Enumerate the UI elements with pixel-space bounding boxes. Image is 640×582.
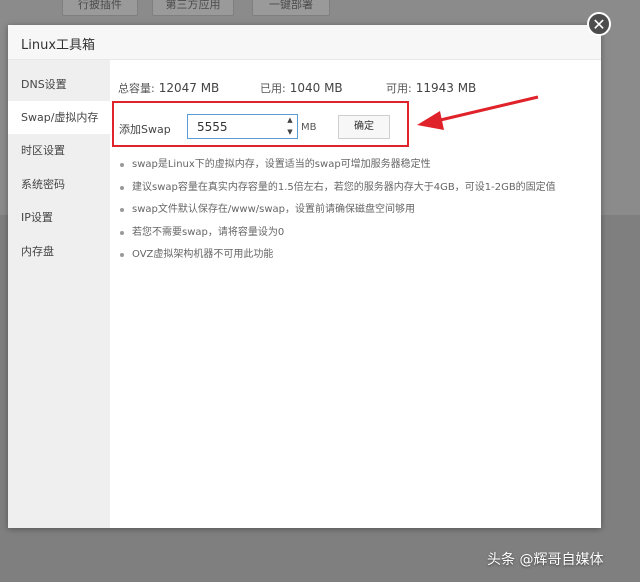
sidebar-item-swap[interactable]: Swap/虚拟内存 (8, 101, 110, 134)
sidebar-item-timezone[interactable]: 时区设置 (8, 134, 110, 167)
memory-used-value: 1040 MB (289, 81, 343, 95)
footer-credit: 头条 @辉哥自媒体 (487, 552, 604, 568)
memory-total-label: 总容量: (118, 82, 155, 95)
spin-down-icon[interactable]: ▼ (283, 127, 297, 138)
memory-total: 总容量: 12047 MB (118, 80, 219, 96)
background-toolbar: 行披插件 第三方应用 一键部署 (0, 0, 640, 20)
swap-label: 添加Swap (119, 123, 171, 136)
swap-size-input[interactable] (188, 115, 280, 138)
tip-item: 建议swap容量在真实内存容量的1.5倍左右，若您的服务器内存大于4GB，可设1… (118, 181, 588, 204)
memory-available-value: 11943 MB (415, 81, 477, 95)
memory-available: 可用: 11943 MB (386, 80, 476, 96)
bg-plugin-button: 行披插件 (62, 0, 138, 16)
memory-used: 已用: 1040 MB (260, 80, 343, 96)
tip-item: swap文件默认保存在/www/swap，设置前请确保磁盘空间够用 (118, 203, 588, 226)
swap-size-spinner[interactable]: ▲ ▼ (283, 115, 297, 138)
memory-available-label: 可用: (386, 82, 412, 95)
swap-size-field[interactable]: ▲ ▼ (187, 114, 298, 139)
sidebar-item-ip[interactable]: IP设置 (8, 201, 110, 234)
dialog-title: Linux工具箱 (21, 38, 96, 53)
memory-total-value: 12047 MB (158, 81, 220, 95)
sidebar-item-ramdisk[interactable]: 内存盘 (8, 235, 110, 268)
confirm-button[interactable]: 确定 (338, 115, 390, 139)
tip-item: 若您不需要swap，请将容量设为0 (118, 226, 588, 249)
sidebar-item-password[interactable]: 系统密码 (8, 168, 110, 201)
toolbox-sidebar: DNS设置 Swap/虚拟内存 时区设置 系统密码 IP设置 内存盘 (8, 60, 110, 528)
bg-third-party-button: 第三方应用 (152, 0, 234, 16)
swap-unit-label: MB (301, 122, 317, 133)
memory-used-label: 已用: (260, 82, 286, 95)
swap-tips-list: swap是Linux下的虚拟内存，设置适当的swap可增加服务器稳定性 建议sw… (118, 158, 588, 271)
bg-deploy-button: 一键部署 (252, 0, 330, 16)
tip-item: swap是Linux下的虚拟内存，设置适当的swap可增加服务器稳定性 (118, 158, 588, 181)
close-icon[interactable]: ✕ (587, 12, 611, 36)
sidebar-item-dns[interactable]: DNS设置 (8, 68, 110, 101)
spin-up-icon[interactable]: ▲ (283, 115, 297, 126)
tip-item: OVZ虚拟架构机器不可用此功能 (118, 248, 588, 271)
dialog-header: Linux工具箱 (8, 25, 601, 60)
